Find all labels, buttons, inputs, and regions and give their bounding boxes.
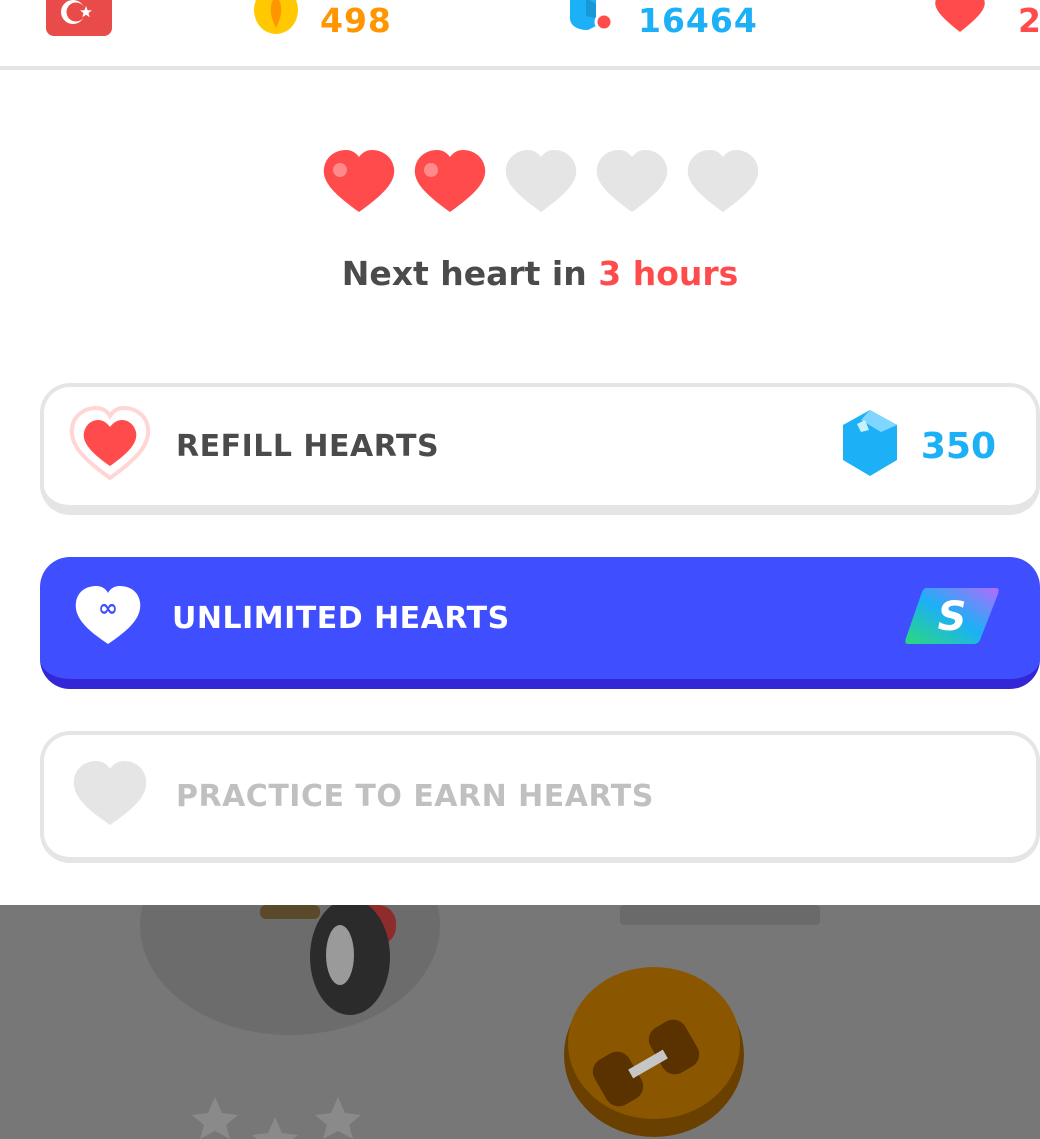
practice-earn-hearts-button[interactable]: PRACTICE TO EARN HEARTS (40, 731, 1040, 863)
unlimited-hearts-label: UNLIMITED HEARTS (172, 600, 510, 636)
infinity-heart-icon: ∞ (74, 586, 142, 650)
heart-full-icon (323, 150, 395, 212)
next-heart-prefix: Next heart in (341, 254, 587, 293)
refill-hearts-label: REFILL HEARTS (176, 428, 440, 464)
turkish-flag-icon[interactable] (46, 0, 112, 36)
super-badge-icon: S (904, 586, 1000, 650)
streak-counter[interactable]: 498 (252, 0, 392, 40)
gems-counter[interactable]: 16464 (566, 0, 758, 40)
top-stats-bar: 498 16464 2 (0, 0, 1040, 70)
stars-icon (192, 1097, 361, 1139)
gem-chest-icon (566, 0, 616, 42)
svg-text:S: S (938, 594, 967, 640)
streak-value: 498 (320, 0, 392, 40)
next-heart-time: 3 hours (598, 254, 739, 293)
heart-icon (68, 405, 152, 486)
gem-icon (841, 410, 899, 482)
practice-earn-hearts-label: PRACTICE TO EARN HEARTS (176, 778, 654, 814)
refill-price-value: 350 (920, 425, 996, 467)
hearts-counter[interactable]: 2 (930, 0, 1040, 40)
heart-icon (930, 0, 990, 42)
gems-value: 16464 (638, 0, 758, 40)
heart-full-icon (414, 150, 486, 212)
heart-outline-icon (68, 759, 152, 833)
heart-empty-icon (687, 150, 759, 212)
refill-hearts-button[interactable]: REFILL HEARTS 350 (40, 383, 1040, 515)
next-heart-timer: Next heart in 3 hours (0, 254, 1040, 293)
locked-chest-base (620, 905, 820, 925)
hearts-meter (320, 150, 762, 216)
hearts-dropdown-panel: Next heart in 3 hours REFILL HEARTS 350 (0, 70, 1040, 905)
dimmed-learning-path[interactable] (0, 905, 1040, 1139)
refill-price: 350 (841, 410, 996, 482)
weight-lesson-node-icon (564, 967, 744, 1137)
hearts-value: 2 (1018, 0, 1040, 40)
streak-flame-icon (252, 0, 300, 42)
svg-text:∞: ∞ (98, 594, 118, 622)
heart-empty-icon (505, 150, 577, 212)
heart-empty-icon (596, 150, 668, 212)
unlimited-hearts-button[interactable]: ∞ UNLIMITED HEARTS S (40, 557, 1040, 689)
